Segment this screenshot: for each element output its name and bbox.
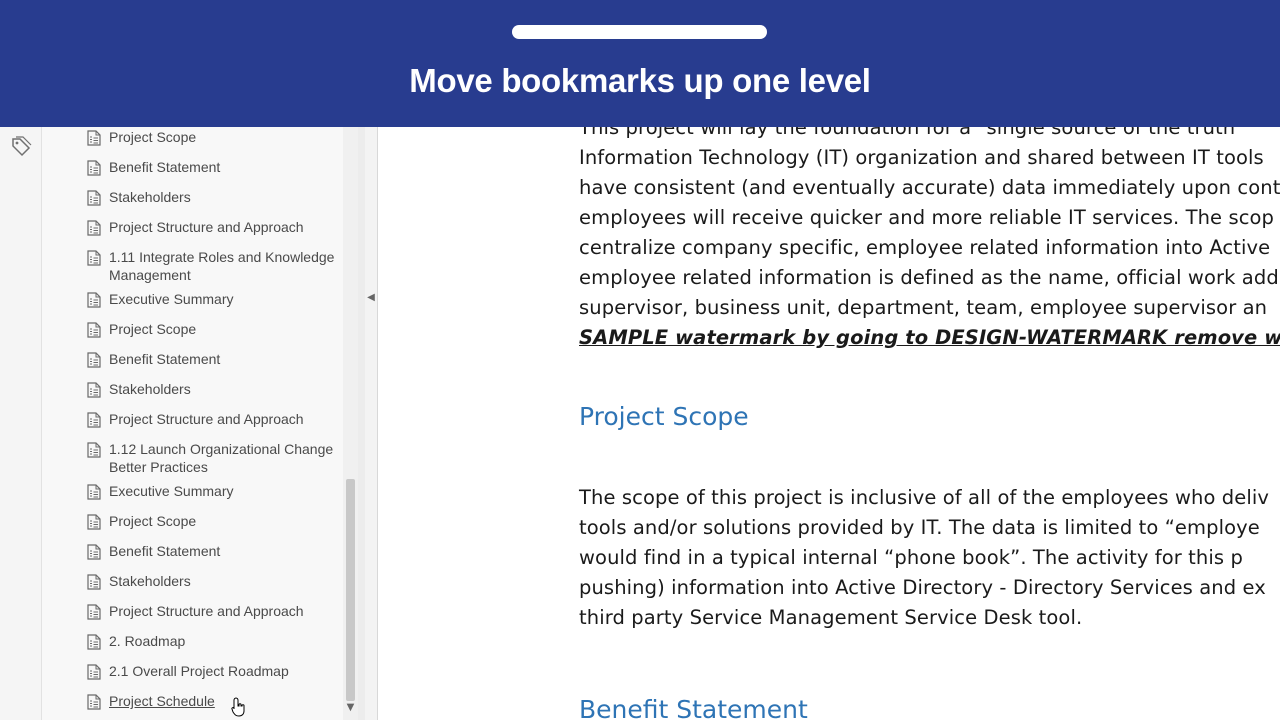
bookmark-page-icon <box>87 292 101 308</box>
paragraph-line: would find in a typical internal “phone … <box>579 546 1243 569</box>
bookmark-label: Stakeholders <box>109 381 191 397</box>
paragraph-line: employee related information is defined … <box>579 266 1279 289</box>
bookmarks-panel: Project Scope Benefit Statement Stakeholde… <box>42 127 343 720</box>
paragraph-line: pushing) information into Active Directo… <box>579 576 1266 599</box>
paragraph-line: This project will lay the foundation for… <box>579 127 1245 139</box>
tag-icon[interactable] <box>10 135 32 157</box>
bookmark-page-icon <box>87 412 101 428</box>
bookmark-label: Benefit Statement <box>109 543 221 559</box>
section-heading-project-scope: Project Scope <box>579 402 749 431</box>
bookmark-page-icon <box>87 442 101 458</box>
bookmark-page-icon <box>87 130 101 146</box>
bookmark-page-icon <box>87 160 101 176</box>
bookmark-label: 1.11 Integrate Roles and Knowledge Manag… <box>109 249 335 283</box>
bookmark-label: Project Structure and Approach <box>109 219 304 235</box>
bookmark-label: Benefit Statement <box>109 159 221 175</box>
collapse-panel-arrow-icon[interactable]: ◀ <box>366 291 376 305</box>
panel-divider <box>358 127 365 720</box>
bookmark-page-icon <box>87 220 101 236</box>
bookmark-page-icon <box>87 574 101 590</box>
bookmark-page-icon <box>87 694 101 710</box>
section-heading-benefit-statement: Benefit Statement <box>579 695 808 720</box>
bookmark-label: Executive Summary <box>109 291 234 307</box>
navigation-rail <box>0 127 42 720</box>
bookmark-page-icon <box>87 352 101 368</box>
bookmark-page-icon <box>87 322 101 338</box>
bookmark-label: Project Scope <box>109 513 197 529</box>
paragraph-line: The scope of this project is inclusive o… <box>579 486 1270 509</box>
instruction-banner: Move bookmarks up one level <box>0 0 1280 127</box>
bookmark-label: Project Schedule <box>109 693 215 709</box>
bookmark-page-icon <box>87 664 101 680</box>
bookmark-page-icon <box>87 190 101 206</box>
paragraph-line: Information Technology (IT) organization… <box>579 146 1264 169</box>
bookmark-label: Stakeholders <box>109 189 191 205</box>
panel-splitter[interactable]: ◀ <box>365 127 378 720</box>
bookmark-page-icon <box>87 544 101 560</box>
bookmark-label: Project Scope <box>109 321 197 337</box>
watermark-line: SAMPLE watermark by going to DESIGN-WATE… <box>579 326 1280 349</box>
paragraph-line: centralize company specific, employee re… <box>579 236 1271 259</box>
paragraph-line: employees will receive quicker and more … <box>579 206 1275 229</box>
bookmark-label: Benefit Statement <box>109 351 221 367</box>
bookmark-label: Project Scope <box>109 129 197 145</box>
bookmark-page-icon <box>87 250 101 266</box>
bookmarks-scrollbar[interactable]: ▼ <box>343 127 358 720</box>
bookmark-label: Project Structure and Approach <box>109 603 304 619</box>
bookmark-page-icon <box>87 634 101 650</box>
bookmark-label: Project Structure and Approach <box>109 411 304 427</box>
bookmark-page-icon <box>87 604 101 620</box>
bookmark-label: Executive Summary <box>109 483 234 499</box>
bookmark-label: 2. Roadmap <box>109 633 186 649</box>
bookmark-label: 1.12 Launch Organizational Change Better… <box>109 441 334 475</box>
bookmark-label: 2.1 Overall Project Roadmap <box>109 663 289 679</box>
hand-pointer-icon <box>231 697 245 717</box>
bookmark-page-icon <box>87 514 101 530</box>
paragraph-line: tools and/or solutions provided by IT. T… <box>579 516 1260 539</box>
scroll-down-arrow-icon[interactable]: ▼ <box>345 701 356 715</box>
paragraph-line: have consistent (and eventually accurate… <box>579 176 1280 199</box>
banner-pill <box>512 25 767 39</box>
document-page: This project will lay the foundation for… <box>378 127 1280 720</box>
paragraph-line: third party Service Management Service D… <box>579 606 1083 629</box>
scroll-thumb[interactable] <box>346 479 355 701</box>
paragraph-line: supervisor, business unit, department, t… <box>579 296 1268 319</box>
bookmark-label: Stakeholders <box>109 573 191 589</box>
bookmark-page-icon <box>87 382 101 398</box>
banner-title: Move bookmarks up one level <box>409 62 871 99</box>
bookmark-page-icon <box>87 484 101 500</box>
